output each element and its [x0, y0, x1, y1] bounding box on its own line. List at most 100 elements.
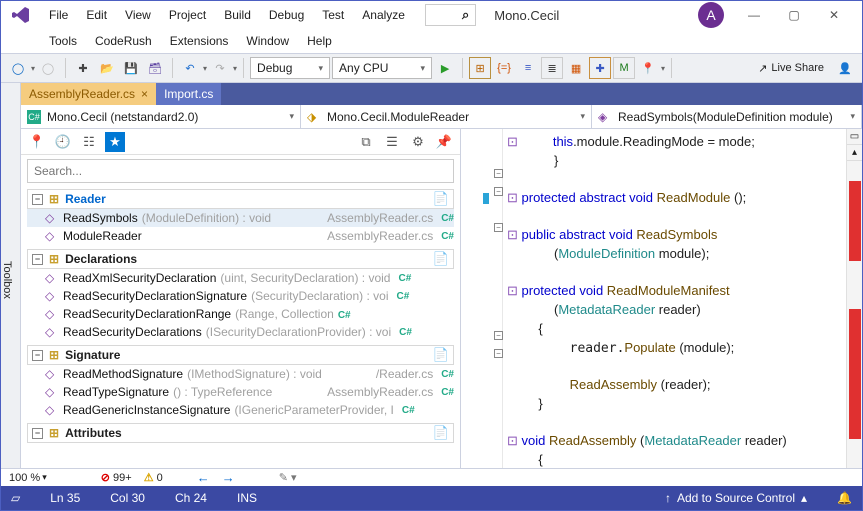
warning-count[interactable]: ⚠ 0 [144, 471, 163, 484]
folder-icon: ⊞ [49, 252, 59, 266]
menu-debug[interactable]: Debug [261, 4, 312, 26]
menu-extensions[interactable]: Extensions [162, 30, 237, 52]
bell-icon[interactable]: 🔔 [837, 491, 852, 505]
menu-window[interactable]: Window [238, 30, 297, 52]
result-item[interactable]: ◇ReadSecurityDeclarationSignature(Securi… [27, 287, 454, 305]
member-icon: ◇ [45, 307, 59, 321]
vertical-scrollbar[interactable]: ▭ ▴ [846, 129, 862, 468]
zoom-combo[interactable]: 100 % ▾ [9, 472, 47, 484]
close-button[interactable]: ✕ [814, 2, 854, 28]
nav-project-combo[interactable]: C# Mono.Cecil (netstandard2.0)▾ [21, 105, 301, 128]
bookmark-icon[interactable] [483, 193, 489, 204]
nav-back-button[interactable]: ◯ [7, 57, 29, 79]
search-icon[interactable]: ⌕ [456, 7, 475, 23]
group-header[interactable]: −⊞Signature📄 [27, 345, 454, 365]
group-header[interactable]: −⊞Declarations📄 [27, 249, 454, 269]
result-item[interactable]: ◇ReadGenericInstanceSignature(IGenericPa… [27, 401, 454, 419]
menu-test[interactable]: Test [314, 4, 352, 26]
recent-icon[interactable]: ☷ [79, 132, 99, 152]
list-icon[interactable]: ☰ [382, 132, 402, 152]
result-item[interactable]: ◇ReadTypeSignature() : TypeReferenceAsse… [27, 383, 454, 401]
copy-icon[interactable]: ⧉ [356, 132, 376, 152]
save-all-button[interactable]: 🗃 [144, 57, 166, 79]
undo-button[interactable]: ↶ [179, 57, 201, 79]
minimize-button[interactable]: — [734, 2, 774, 28]
open-button[interactable]: 📂 [96, 57, 118, 79]
account-manage-icon[interactable]: 👤 [834, 57, 856, 79]
cr-btn-5[interactable]: ▦ [565, 57, 587, 79]
group-header[interactable]: −⊞Reader📄 [27, 189, 454, 209]
outline-collapse-icon[interactable]: − [494, 331, 503, 340]
gear-icon[interactable]: ⚙ [408, 132, 428, 152]
editor-status-strip: 100 % ▾ ⊘ 99+ ⚠ 0 ← → ✎ ▾ [1, 468, 862, 486]
cr-btn-2[interactable]: {=} [493, 57, 515, 79]
output-icon[interactable]: ▱ [11, 491, 20, 505]
result-item[interactable]: ◇ReadSecurityDeclarations(ISecurityDecla… [27, 323, 454, 341]
expand-icon[interactable]: − [32, 428, 43, 439]
save-button[interactable]: 💾 [120, 57, 142, 79]
doc-icon: 📄 [433, 425, 449, 441]
close-icon[interactable]: × [141, 87, 148, 101]
pin-icon[interactable]: 📌 [434, 132, 454, 152]
result-item[interactable]: ◇ReadXmlSecurityDeclaration(uint, Securi… [27, 269, 454, 287]
split-icon[interactable]: ▭ [847, 129, 862, 145]
code-editor[interactable]: − − − − − ⊡ this.module.ReadingMode = mo… [461, 129, 862, 468]
scroll-up-icon[interactable]: ▴ [847, 145, 862, 161]
menu-help[interactable]: Help [299, 30, 340, 52]
outline-collapse-icon[interactable]: − [494, 187, 503, 196]
menu-edit[interactable]: Edit [78, 4, 115, 26]
nav-class-combo[interactable]: ⬗ Mono.Cecil.ModuleReader▾ [301, 105, 592, 128]
menu-tools[interactable]: Tools [41, 30, 85, 52]
cr-btn-1[interactable]: ⊞ [469, 57, 491, 79]
start-button[interactable]: ▶ [434, 57, 456, 79]
menu-file[interactable]: File [41, 4, 76, 26]
cr-btn-6[interactable]: ✚ [589, 57, 611, 79]
outline-collapse-icon[interactable]: − [494, 349, 503, 358]
new-button[interactable]: ✚ [72, 57, 94, 79]
result-item[interactable]: ◇ReadMethodSignature(IMethodSignature) :… [27, 365, 454, 383]
redo-button[interactable]: ↷ [209, 57, 231, 79]
live-share-button[interactable]: ↗ Live Share [750, 62, 832, 75]
source-control-button[interactable]: ↑ Add to Source Control ▴ [665, 491, 807, 505]
scrollbar-marker [849, 309, 861, 439]
result-item[interactable]: ◇ReadSymbols(ModuleDefinition) : voidAss… [27, 209, 454, 227]
results-search-input[interactable] [28, 160, 453, 182]
cr-btn-3[interactable]: ≡ [517, 57, 539, 79]
favorite-icon[interactable]: ★ [105, 132, 125, 152]
tab-assemblyreader[interactable]: AssemblyReader.cs× [21, 83, 156, 105]
prev-issue-button[interactable]: ← [197, 470, 210, 485]
pen-icon[interactable]: ✎ ▾ [279, 471, 297, 484]
expand-icon[interactable]: − [32, 254, 43, 265]
platform-dropdown[interactable]: Any CPU▾ [332, 57, 432, 79]
nav-fwd-button[interactable]: ◯ [37, 57, 59, 79]
menu-analyze[interactable]: Analyze [354, 4, 413, 26]
menu-view[interactable]: View [117, 4, 159, 26]
menu-build[interactable]: Build [216, 4, 259, 26]
code-text[interactable]: ⊡ this.module.ReadingMode = mode; } ⊡ pr… [503, 129, 846, 468]
title-search-input[interactable] [426, 8, 456, 22]
results-searchbox[interactable] [27, 159, 454, 183]
cr-btn-7[interactable]: M [613, 57, 635, 79]
cr-btn-8[interactable]: 📍 [637, 57, 659, 79]
outline-collapse-icon[interactable]: − [494, 223, 503, 232]
tab-import[interactable]: Import.cs [156, 83, 221, 105]
error-count[interactable]: ⊘ 99+ [101, 471, 132, 484]
result-item[interactable]: ◇ModuleReaderAssemblyReader.csC# [27, 227, 454, 245]
maximize-button[interactable]: ▢ [774, 2, 814, 28]
menu-project[interactable]: Project [161, 4, 214, 26]
cr-btn-4[interactable]: ≣ [541, 57, 563, 79]
nav-member-combo[interactable]: ◈ ReadSymbols(ModuleDefinition module)▾ [592, 105, 862, 128]
menu-coderush[interactable]: CodeRush [87, 30, 160, 52]
outline-collapse-icon[interactable]: − [494, 169, 503, 178]
group-header[interactable]: −⊞Attributes📄 [27, 423, 454, 443]
expand-icon[interactable]: − [32, 194, 43, 205]
pin-location-icon[interactable]: 📍 [27, 132, 47, 152]
history-icon[interactable]: 🕘 [53, 132, 73, 152]
config-dropdown[interactable]: Debug▾ [250, 57, 330, 79]
title-search[interactable]: ⌕ [425, 4, 476, 26]
next-issue-button[interactable]: → [222, 470, 235, 485]
result-item[interactable]: ◇ReadSecurityDeclarationRange(Range, Col… [27, 305, 454, 323]
user-avatar[interactable]: A [698, 2, 724, 28]
expand-icon[interactable]: − [32, 350, 43, 361]
toolbox-tab[interactable]: Toolbox [1, 83, 21, 468]
